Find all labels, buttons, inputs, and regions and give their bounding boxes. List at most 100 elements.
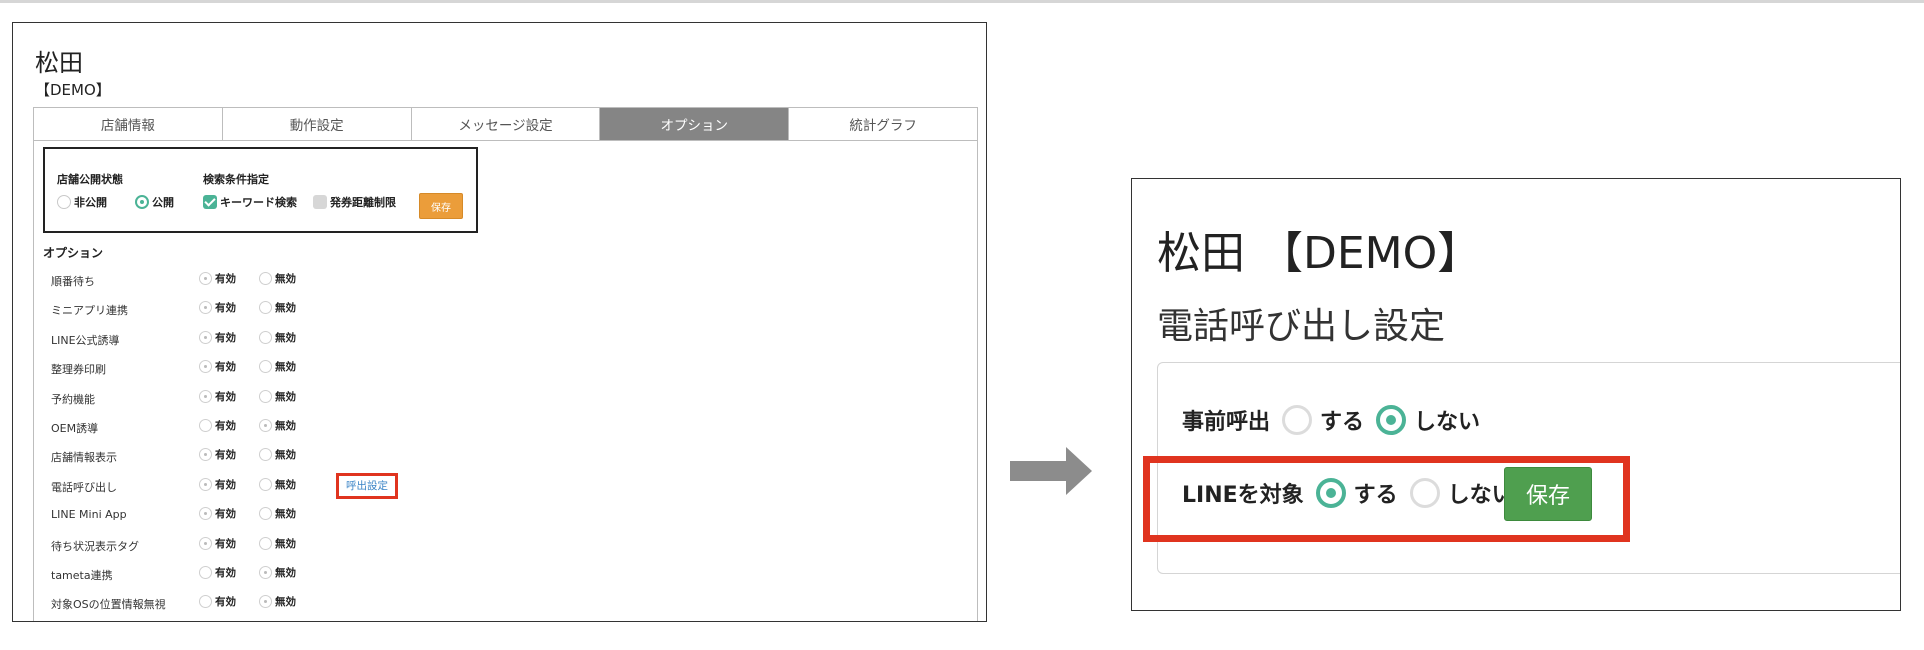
option-enabled[interactable]: 有効 [199, 447, 236, 462]
public-radio[interactable] [135, 195, 149, 209]
enabled-radio[interactable] [199, 389, 212, 403]
option-row: OEM誘導 有効 無効 [51, 416, 451, 436]
option-enabled[interactable]: 有効 [199, 271, 236, 286]
pre-call-yes-label: する [1320, 410, 1365, 435]
page-title: 松田 【DEMO】 [1157, 228, 1482, 279]
option-disabled[interactable]: 無効 [259, 594, 296, 609]
distance-limit-checkbox[interactable] [313, 195, 327, 209]
option-row: LINE Mini App 有効 無効 [51, 504, 451, 524]
option-disabled[interactable]: 無効 [259, 300, 296, 315]
option-row: 予約機能 有効 無効 [51, 387, 451, 407]
radio-label: 有効 [215, 508, 236, 521]
option-disabled[interactable]: 無効 [259, 565, 296, 580]
distance-limit-label: 発券距離制限 [330, 196, 396, 209]
radio-label: 無効 [275, 390, 296, 403]
enabled-radio[interactable] [199, 507, 212, 521]
enabled-radio[interactable] [199, 477, 212, 491]
enabled-radio[interactable] [199, 301, 212, 315]
option-disabled[interactable]: 無効 [259, 359, 296, 374]
option-name: 対象OSの位置情報無視 [51, 598, 166, 612]
enabled-radio[interactable] [199, 595, 212, 609]
option-name: LINE Mini App [51, 508, 127, 522]
option-name: 店舗情報表示 [51, 451, 117, 465]
disabled-radio[interactable] [259, 301, 272, 315]
option-name: 順番待ち [51, 275, 95, 288]
public-status-label: 店舗公開状態 [57, 173, 123, 186]
enabled-radio[interactable] [199, 448, 212, 462]
right-arrow-icon-head [1066, 447, 1092, 495]
radio-label: 有効 [215, 537, 236, 550]
option-disabled[interactable]: 無効 [259, 447, 296, 462]
line-yes-radio[interactable] [1315, 478, 1346, 508]
option-disabled[interactable]: 無効 [259, 536, 296, 551]
option-disabled[interactable]: 無効 [259, 477, 296, 492]
option-disabled[interactable]: 無効 [259, 418, 296, 433]
radio-label: 無効 [275, 508, 296, 521]
disabled-radio[interactable] [259, 566, 272, 579]
option-disabled[interactable]: 無効 [259, 330, 296, 345]
tab-1[interactable]: 動作設定 [222, 108, 412, 140]
option-enabled[interactable]: 有効 [199, 389, 236, 404]
option-enabled[interactable]: 有効 [199, 594, 236, 609]
option-row: 店舗情報表示 有効 無効 [51, 445, 451, 465]
disabled-radio[interactable] [259, 360, 272, 374]
pre-call-no-radio[interactable] [1376, 405, 1407, 435]
keyword-search-checkbox[interactable] [203, 195, 217, 209]
disabled-radio[interactable] [259, 536, 272, 550]
private-radio-option[interactable]: 非公開 [57, 194, 107, 210]
radio-label: 有効 [215, 567, 236, 579]
option-enabled[interactable]: 有効 [199, 300, 236, 315]
radio-label: 無効 [275, 361, 296, 374]
radio-label: 無効 [275, 331, 296, 344]
phone-call-settings-screen: 松田 【DEMO】 電話呼び出し設定 事前呼出 する しない LINEを対象 す… [1131, 178, 1901, 611]
enabled-radio[interactable] [199, 566, 212, 579]
option-row: 整理券印刷 有効 無効 [51, 357, 451, 377]
radio-label: 無効 [275, 596, 296, 609]
option-enabled[interactable]: 有効 [199, 506, 236, 521]
disabled-radio[interactable] [259, 272, 272, 285]
status-save-button[interactable]: 保存 [419, 193, 463, 219]
enabled-radio[interactable] [199, 330, 212, 344]
keyword-search-option[interactable]: キーワード検索 [203, 194, 297, 210]
private-radio[interactable] [57, 195, 71, 209]
line-no-radio[interactable] [1409, 478, 1440, 508]
enabled-radio[interactable] [199, 419, 212, 432]
public-radio-option[interactable]: 公開 [135, 194, 174, 210]
tab-4[interactable]: 統計グラフ [789, 108, 977, 140]
option-enabled[interactable]: 有効 [199, 359, 236, 374]
disabled-radio[interactable] [259, 477, 272, 491]
radio-label: 有効 [215, 478, 236, 491]
save-button[interactable]: 保存 [1504, 467, 1592, 521]
option-enabled[interactable]: 有効 [199, 565, 236, 580]
disabled-radio[interactable] [259, 330, 272, 344]
call-settings-link[interactable]: 呼出設定 [336, 472, 398, 499]
enabled-radio[interactable] [199, 536, 212, 550]
disabled-radio[interactable] [259, 419, 272, 432]
option-disabled[interactable]: 無効 [259, 506, 296, 521]
option-name: LINE公式誘導 [51, 333, 120, 347]
option-enabled[interactable]: 有効 [199, 477, 236, 492]
option-enabled[interactable]: 有効 [199, 418, 236, 433]
option-enabled[interactable]: 有効 [199, 536, 236, 551]
disabled-radio[interactable] [259, 507, 272, 521]
disabled-radio[interactable] [259, 595, 272, 609]
enabled-radio[interactable] [199, 272, 212, 285]
radio-label: 無効 [275, 273, 296, 285]
tab-0[interactable]: 店舗情報 [34, 108, 223, 140]
public-label: 公開 [152, 196, 174, 209]
pre-call-yes-radio[interactable] [1282, 405, 1313, 435]
option-disabled[interactable]: 無効 [259, 389, 296, 404]
radio-label: 無効 [275, 449, 296, 462]
pre-call-label: 事前呼出 [1182, 410, 1271, 435]
distance-limit-option[interactable]: 発券距離制限 [313, 194, 396, 210]
disabled-radio[interactable] [259, 448, 272, 462]
radio-label: 有効 [215, 420, 236, 432]
tab-2[interactable]: メッセージ設定 [411, 108, 601, 140]
option-enabled[interactable]: 有効 [199, 330, 236, 345]
option-name: 予約機能 [51, 392, 95, 406]
option-row: ミニアプリ連携 有効 無効 [51, 298, 451, 318]
tab-3[interactable]: オプション [600, 108, 790, 140]
option-disabled[interactable]: 無効 [259, 271, 296, 286]
disabled-radio[interactable] [259, 389, 272, 403]
enabled-radio[interactable] [199, 360, 212, 374]
